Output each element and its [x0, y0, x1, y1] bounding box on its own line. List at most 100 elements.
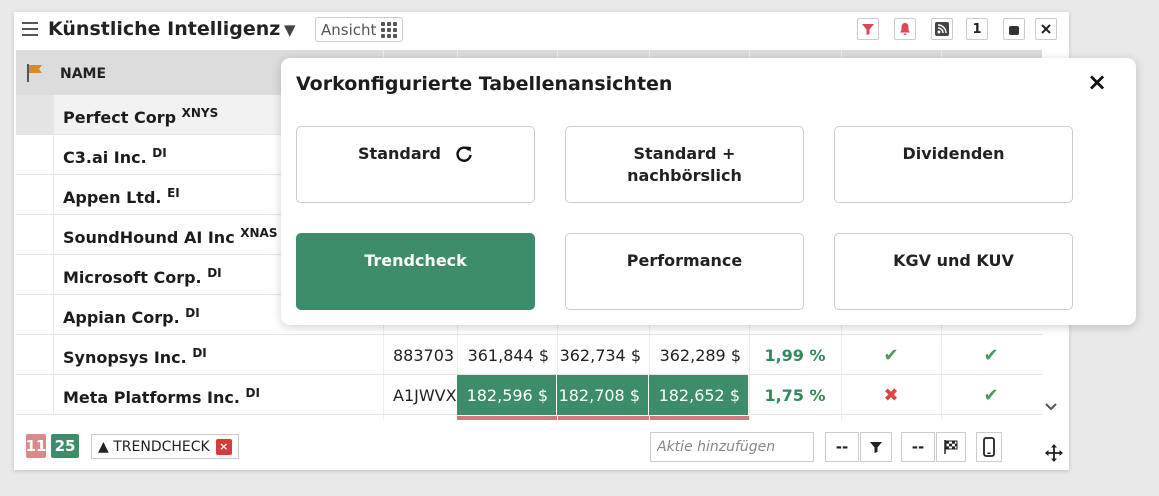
checkered-flag-button[interactable] — [936, 432, 966, 462]
add-stock-input[interactable] — [650, 432, 814, 462]
row-flag-cell[interactable] — [16, 295, 54, 335]
view-option-label: Dividenden — [902, 144, 1005, 163]
row-flag-cell[interactable] — [16, 335, 54, 375]
cross-icon: ✖ — [883, 384, 899, 406]
table-row[interactable]: Synopsys Inc. DI 883703 361,844 $ 362,73… — [16, 335, 1042, 375]
active-view-tag: ▲ TRENDCHECK × — [91, 434, 239, 459]
price-cell: 362,734 $ — [559, 345, 641, 365]
check-icon: ✔ — [983, 344, 999, 366]
close-icon — [1041, 24, 1051, 34]
stock-name-text: Appen Ltd. — [63, 188, 162, 207]
stock-name-text: Meta Platforms Inc. — [63, 388, 240, 407]
stock-name-text: Appian Corp. — [63, 308, 180, 327]
dash-button-1[interactable]: -- — [825, 432, 859, 462]
check-icon: ✔ — [883, 344, 899, 366]
rss-button[interactable] — [931, 18, 953, 40]
modal-close-button[interactable]: × — [1087, 70, 1107, 94]
view-option-label: Trendcheck — [364, 251, 467, 270]
view-option-dividenden[interactable]: Dividenden — [834, 126, 1073, 203]
row-flag-cell[interactable] — [16, 175, 54, 215]
close-widget-button[interactable] — [1035, 18, 1057, 40]
toggle-icon — [1009, 26, 1019, 35]
stock-name-text: Microsoft Corp. — [63, 268, 202, 287]
stock-name[interactable]: Appian Corp. DI — [63, 306, 200, 327]
stock-name[interactable]: Microsoft Corp. DI — [63, 266, 222, 287]
price-cell: 361,844 $ — [467, 345, 549, 365]
check-icon: ✔ — [983, 384, 999, 406]
stock-name[interactable]: Appen Ltd. EI — [63, 186, 180, 207]
widget-title: Künstliche Intelligenz — [48, 18, 281, 40]
price-cell: 182,652 $ — [649, 375, 749, 415]
preset-views-modal: Vorkonfigurierte Tabellenansichten × Sta… — [281, 58, 1136, 325]
view-option-performance[interactable]: Performance — [565, 233, 804, 310]
toggle-button[interactable] — [1003, 18, 1025, 40]
view-button-label: Ansicht — [321, 20, 377, 39]
active-view-tag-label: ▲ TRENDCHECK — [98, 438, 210, 455]
stock-name[interactable]: Meta Platforms Inc. DI — [63, 386, 260, 407]
mobile-phone-icon — [983, 437, 995, 457]
view-option-label: KGV und KUV — [893, 251, 1014, 270]
column-header-name[interactable]: NAME — [60, 66, 106, 82]
dash-button-2[interactable]: -- — [901, 432, 935, 462]
move-icon[interactable] — [1045, 444, 1063, 462]
stock-name[interactable]: Synopsys Inc. DI — [63, 346, 207, 367]
remove-tag-button[interactable]: × — [215, 438, 232, 455]
exchange-code: DI — [207, 266, 222, 280]
menu-icon[interactable] — [22, 22, 38, 36]
change-percent-cell: 1,99 % — [764, 345, 826, 365]
price-cell: 182,596 $ — [457, 375, 557, 415]
stock-name[interactable]: SoundHound AI Inc XNAS — [63, 226, 277, 247]
modal-title: Vorkonfigurierte Tabellenansichten — [296, 73, 673, 95]
stock-name-text: SoundHound AI Inc — [63, 228, 235, 247]
view-option-label: Standard + nachbörslich — [627, 144, 742, 185]
stock-name-text: Synopsys Inc. — [63, 348, 187, 367]
view-option-trendcheck[interactable]: Trendcheck — [296, 233, 535, 310]
filter-button[interactable] — [857, 18, 879, 40]
count-badge-red: 11 — [26, 434, 46, 458]
alert-button[interactable] — [894, 18, 916, 40]
view-option-kgv-kuv[interactable]: KGV und KUV — [834, 233, 1073, 310]
stock-name-text: C3.ai Inc. — [63, 148, 147, 167]
filter-icon — [870, 442, 882, 453]
grid-dots-icon — [381, 21, 398, 38]
row-flag-cell[interactable] — [16, 255, 54, 295]
counter-button[interactable]: 1 — [966, 18, 988, 40]
change-percent-cell: 1,75 % — [764, 385, 826, 405]
count-badge-green: 25 — [51, 434, 79, 458]
price-cell: 182,708 $ — [557, 375, 649, 415]
view-option-label: Standard — [358, 144, 441, 163]
exchange-code: XNAS — [240, 226, 278, 240]
partial-row-cell — [558, 416, 649, 420]
stock-name[interactable]: C3.ai Inc. DI — [63, 146, 167, 167]
partial-row-cell — [650, 416, 749, 420]
exchange-code: XNYS — [181, 106, 219, 120]
partial-row-cell — [457, 416, 557, 420]
view-button[interactable]: Ansicht — [315, 17, 404, 42]
bell-icon — [900, 23, 910, 35]
view-option-label: Performance — [626, 251, 743, 270]
mobile-button[interactable] — [976, 432, 1002, 462]
rss-icon — [935, 22, 949, 36]
refresh-icon — [456, 146, 472, 162]
stock-name-text: Perfect Corp — [63, 108, 177, 127]
price-cell: 362,289 $ — [659, 345, 741, 365]
stock-name[interactable]: Perfect Corp XNYS — [63, 106, 218, 127]
row-flag-cell[interactable] — [16, 135, 54, 175]
row-flag-cell[interactable] — [16, 375, 54, 415]
filter-icon — [862, 24, 874, 35]
flag-icon[interactable] — [25, 63, 45, 83]
exchange-code: DI — [152, 146, 167, 160]
dropdown-triangle-icon[interactable]: ▼ — [284, 21, 296, 39]
row-flag-cell[interactable] — [16, 215, 54, 255]
table-row[interactable]: Meta Platforms Inc. DI A1JWVX 182,596 $ … — [16, 375, 1042, 415]
row-flag-cell[interactable] — [16, 95, 54, 135]
view-option-standard[interactable]: Standard — [296, 126, 535, 203]
widget-titlebar: Künstliche Intelligenz ▼ Ansicht 1 — [14, 12, 1069, 50]
scroll-down-chevron-icon[interactable] — [1044, 400, 1058, 416]
wkn-cell: 883703 — [393, 345, 455, 365]
wkn-cell: A1JWVX — [393, 385, 457, 405]
view-option-standard-nachboerslich[interactable]: Standard + nachbörslich — [565, 126, 804, 203]
widget-footer: 11 25 ▲ TRENDCHECK × -- -- — [14, 430, 1069, 470]
filter-button-footer[interactable] — [860, 432, 892, 462]
exchange-code: DI — [192, 346, 207, 360]
